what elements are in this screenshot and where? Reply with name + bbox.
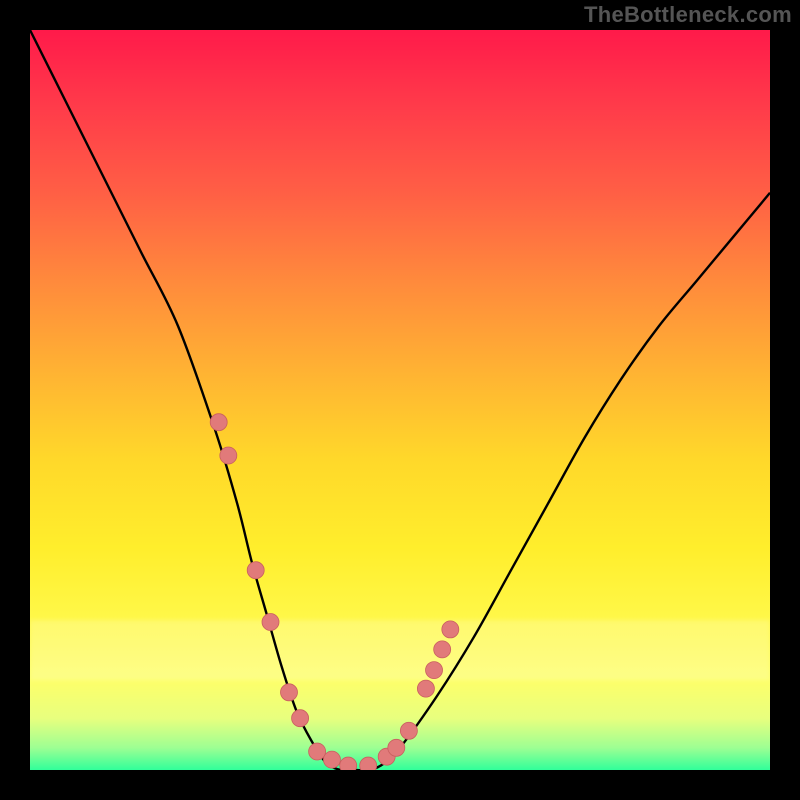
- data-marker: [292, 710, 309, 727]
- data-marker: [220, 447, 237, 464]
- data-marker: [262, 614, 279, 631]
- chart-svg: [30, 30, 770, 770]
- data-marker: [323, 751, 340, 768]
- watermark-text: TheBottleneck.com: [584, 2, 792, 28]
- curve-path: [30, 30, 770, 770]
- data-marker: [417, 680, 434, 697]
- data-marker: [442, 621, 459, 638]
- data-marker: [340, 757, 357, 770]
- data-marker: [434, 641, 451, 658]
- data-marker: [360, 757, 377, 770]
- data-marker: [210, 414, 227, 431]
- data-marker: [426, 662, 443, 679]
- data-marker: [388, 739, 405, 756]
- plot-area: [30, 30, 770, 770]
- chart-frame: TheBottleneck.com: [0, 0, 800, 800]
- data-marker: [400, 722, 417, 739]
- data-marker: [281, 684, 298, 701]
- data-marker: [247, 562, 264, 579]
- data-marker: [309, 743, 326, 760]
